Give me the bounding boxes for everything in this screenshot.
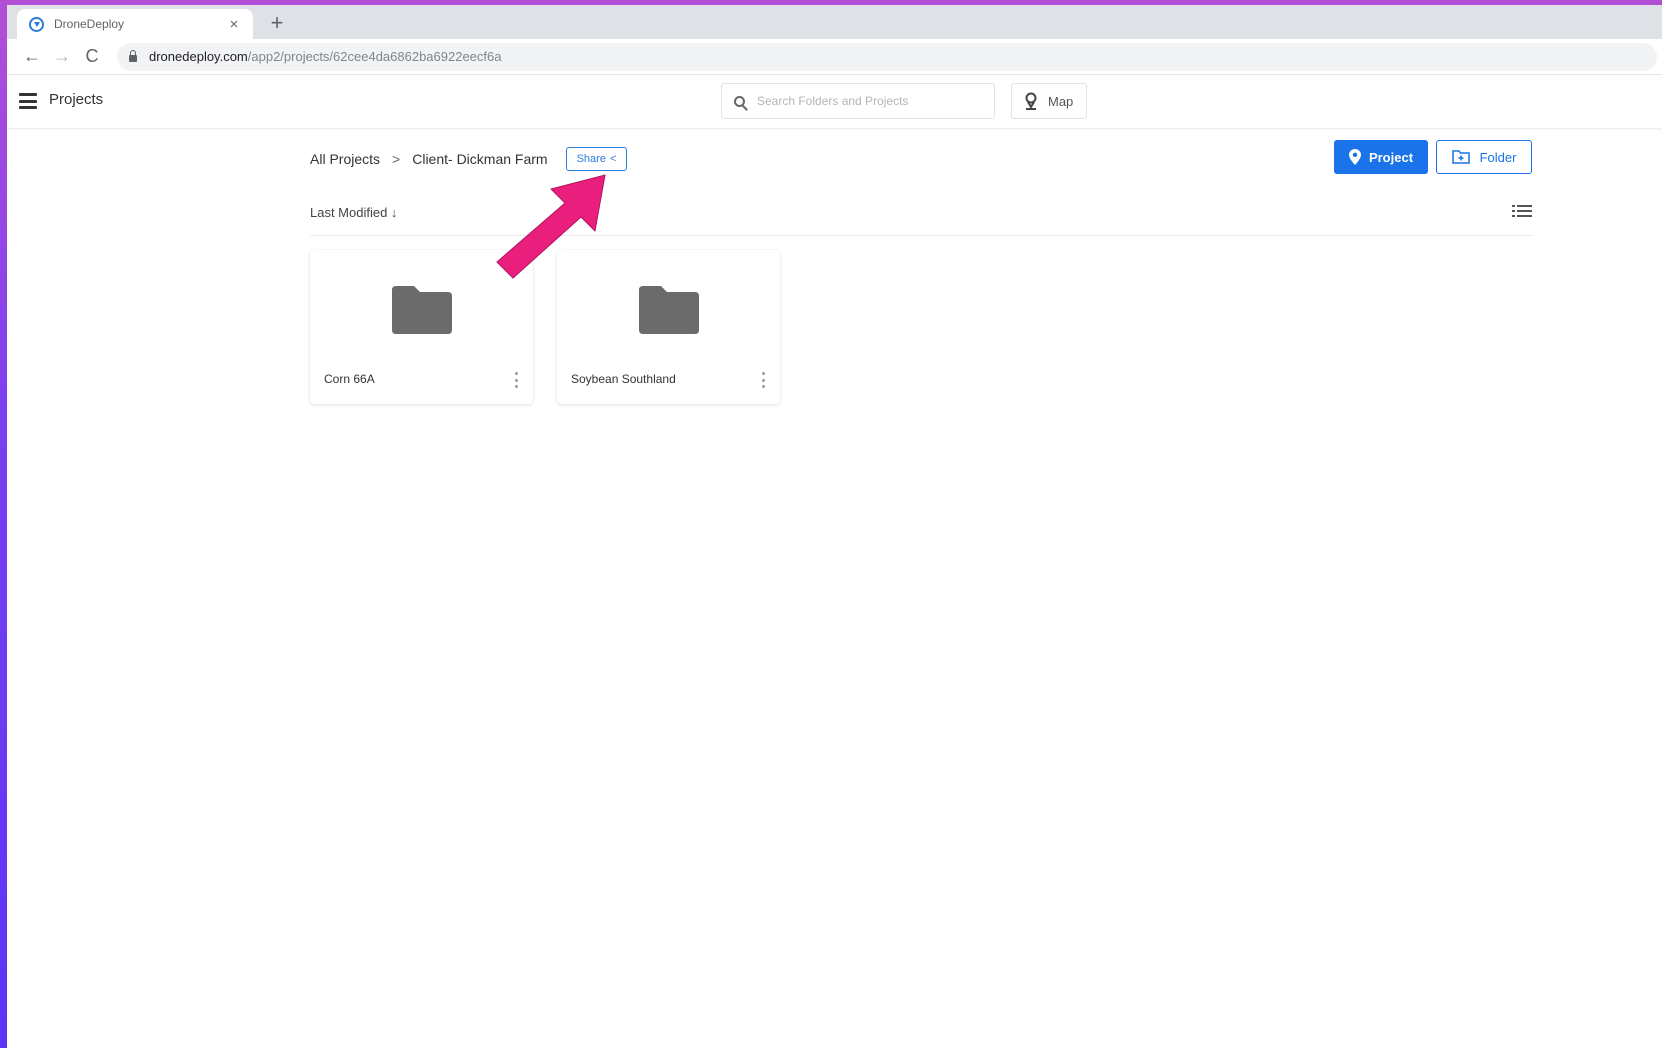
share-icon: < [609,153,617,165]
annotation-arrow-icon [496,174,606,279]
page-title: Projects [49,91,104,108]
breadcrumb-separator-icon: > [392,151,401,167]
tab-title: DroneDeploy [54,17,125,31]
reload-button[interactable]: C [77,46,107,67]
url-path: /app2/projects/62cee4da6862ba6922eecf6a [247,49,502,64]
list-view-icon[interactable] [1512,203,1532,219]
map-pin-icon [1025,92,1037,110]
tab-bar: DroneDeploy × + [7,5,1662,39]
new-folder-button[interactable]: Folder [1436,140,1532,174]
more-options-icon[interactable] [760,372,766,388]
folder-name: Soybean Southland [571,372,676,386]
map-button-label: Map [1048,93,1074,109]
search-box [721,83,995,119]
new-project-label: Project [1368,149,1414,165]
search-input[interactable] [757,94,977,108]
folder-grid: Corn 66A Soybean Southland [310,250,1532,404]
browser-tab[interactable]: DroneDeploy × [17,9,253,39]
breadcrumb-all-projects[interactable]: All Projects [310,151,380,167]
tab-close-icon[interactable]: × [227,16,241,33]
back-button[interactable]: ← [17,46,47,67]
search-icon [734,95,745,107]
dronedeploy-favicon-icon [29,16,44,32]
folder-icon [639,286,699,334]
share-button-label: Share [576,153,606,165]
forward-button[interactable]: → [47,46,77,67]
location-pin-icon [1348,149,1361,165]
main-content: All Projects > Client- Dickman Farm Shar… [310,135,1532,404]
folder-icon [392,286,452,334]
hamburger-menu-icon[interactable] [19,93,37,109]
url-host: dronedeploy.com [149,49,248,64]
more-options-icon[interactable] [513,372,519,388]
address-bar: ← → C dronedeploy.com/app2/projects/62ce… [7,39,1662,75]
map-button[interactable]: Map [1011,83,1087,119]
lock-icon [129,49,137,62]
add-folder-icon [1451,150,1470,164]
new-project-button[interactable]: Project [1334,140,1428,174]
url-field[interactable]: dronedeploy.com/app2/projects/62cee4da68… [117,42,1657,71]
browser-window: DroneDeploy × + ← → C dronedeploy.com/ap… [7,5,1662,1048]
sort-row: Last Modified ↓ [310,202,1532,236]
share-button[interactable]: Share < [565,147,628,171]
app-header: Projects Map [7,75,1662,129]
sort-dropdown[interactable]: Last Modified ↓ [310,205,397,220]
title-row: All Projects > Client- Dickman Farm Shar… [310,135,1532,175]
new-folder-label: Folder [1479,149,1517,165]
new-tab-button[interactable]: + [265,11,289,35]
breadcrumb: All Projects > Client- Dickman Farm Shar… [310,147,628,171]
folder-name: Corn 66A [324,372,375,386]
breadcrumb-current-folder: Client- Dickman Farm [412,151,548,167]
